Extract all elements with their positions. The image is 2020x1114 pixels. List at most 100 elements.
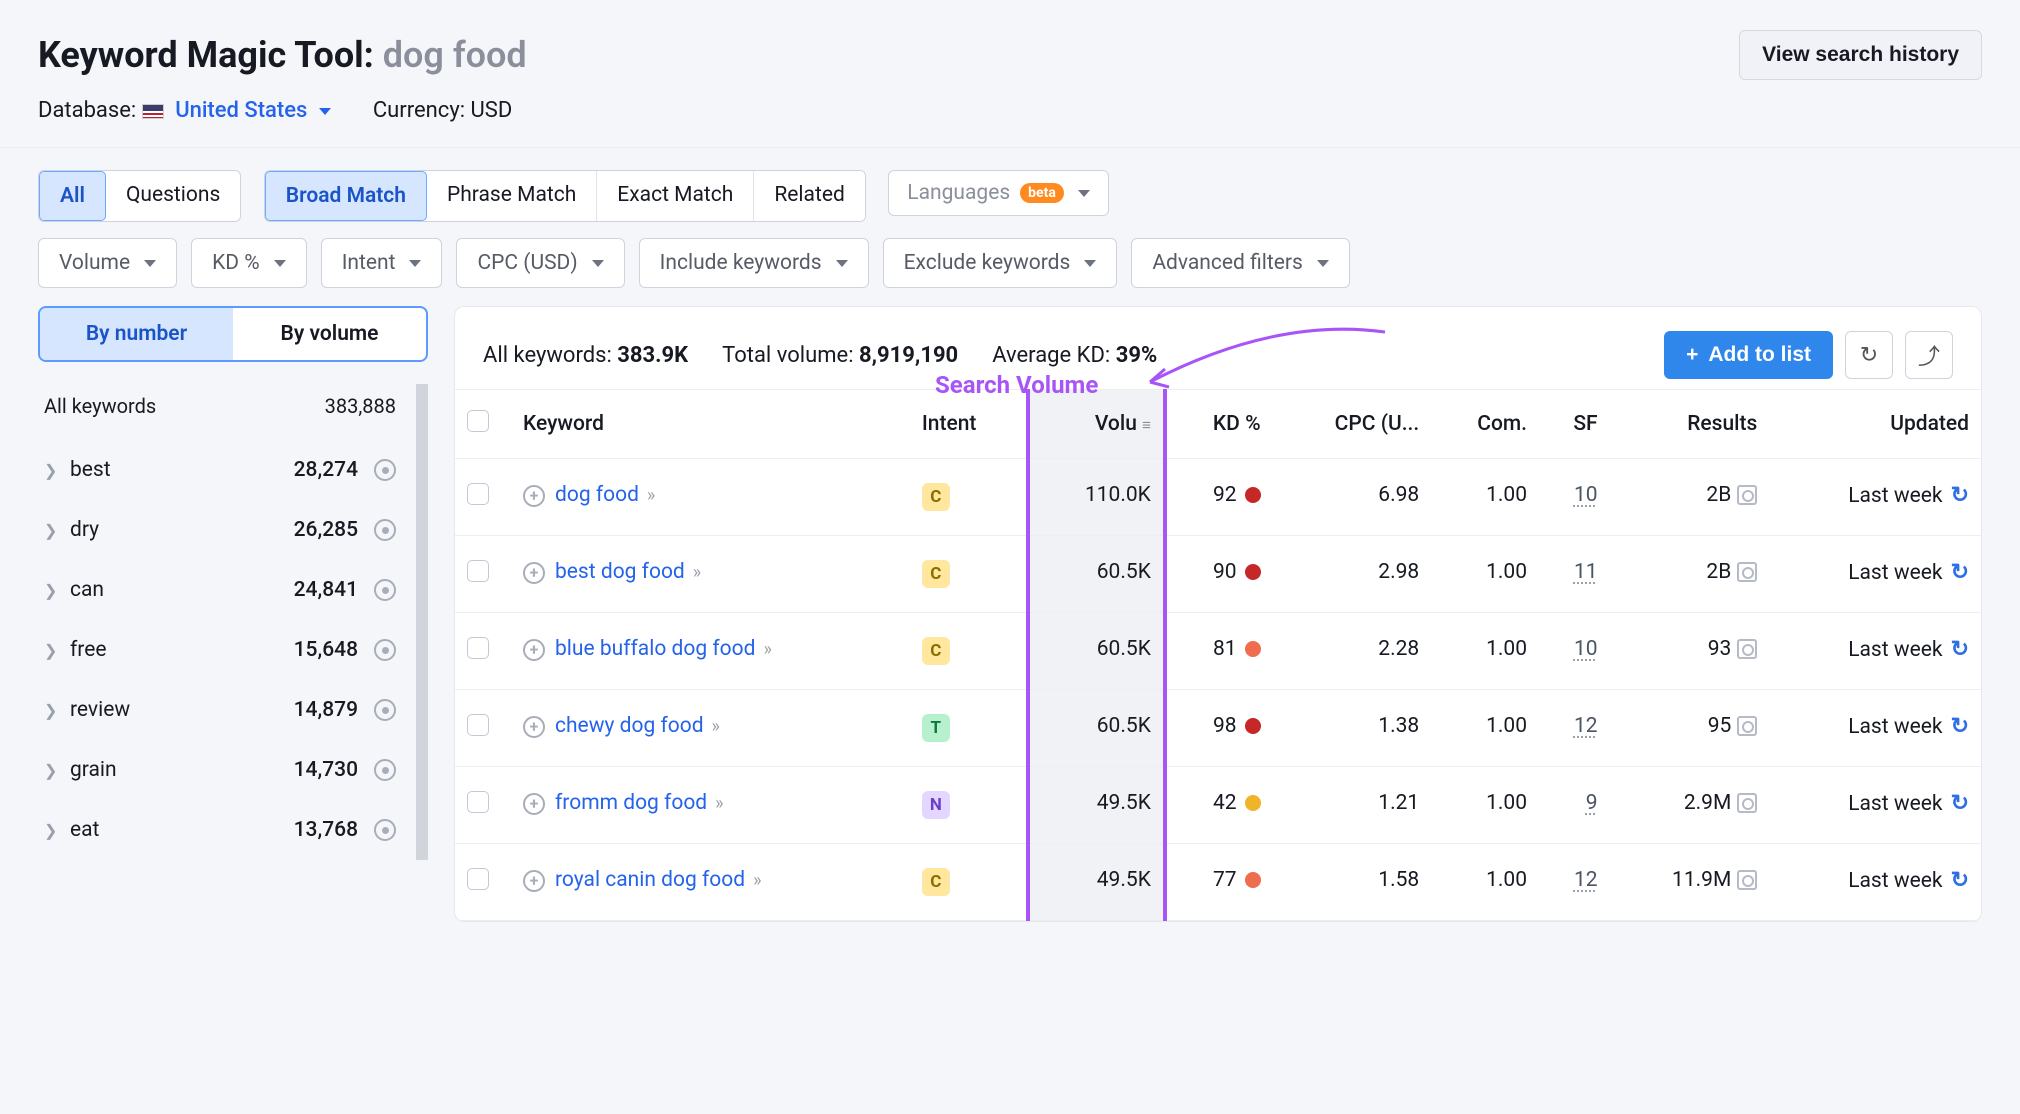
- col-volume[interactable]: Volu ≡: [1028, 390, 1165, 459]
- sidebar-item-grain[interactable]: ❯grain14,730: [38, 740, 402, 800]
- filter-exclude-keywords[interactable]: Exclude keywords: [883, 238, 1118, 288]
- intent-badge: C: [922, 637, 950, 665]
- sf-cell[interactable]: 10: [1574, 483, 1598, 507]
- eye-icon[interactable]: [374, 579, 396, 601]
- expand-icon[interactable]: +: [523, 639, 545, 661]
- serp-icon[interactable]: [1737, 485, 1757, 505]
- refresh-icon[interactable]: ↻: [1951, 868, 1969, 893]
- keyword-link[interactable]: fromm dog food: [555, 791, 707, 815]
- add-to-list-button[interactable]: +Add to list: [1664, 331, 1833, 379]
- view-search-history-button[interactable]: View search history: [1739, 30, 1982, 80]
- sidebar-item-dry[interactable]: ❯dry26,285: [38, 500, 402, 560]
- col-intent[interactable]: Intent: [910, 390, 1028, 459]
- serp-icon[interactable]: [1737, 716, 1757, 736]
- keyword-link[interactable]: royal canin dog food: [555, 868, 745, 892]
- updated-cell: Last week↻: [1769, 459, 1981, 536]
- expand-icon[interactable]: +: [523, 793, 545, 815]
- sidebar-item-review[interactable]: ❯review14,879: [38, 680, 402, 740]
- double-chevron-icon[interactable]: »: [693, 562, 701, 583]
- refresh-icon[interactable]: ↻: [1951, 791, 1969, 816]
- tab-related[interactable]: Related: [754, 171, 864, 221]
- tab-broad-match[interactable]: Broad Match: [265, 171, 427, 221]
- sidebar-item-free[interactable]: ❯free15,648: [38, 620, 402, 680]
- filter-kd-[interactable]: KD %: [191, 238, 307, 288]
- kd-cell: 98: [1165, 690, 1273, 767]
- total-volume-value: 8,919,190: [859, 343, 958, 368]
- serp-icon[interactable]: [1737, 562, 1757, 582]
- row-checkbox[interactable]: [467, 637, 489, 659]
- eye-icon[interactable]: [374, 759, 396, 781]
- keyword-link[interactable]: dog food: [555, 483, 639, 507]
- filter-volume[interactable]: Volume: [38, 238, 177, 288]
- row-checkbox[interactable]: [467, 868, 489, 890]
- cpc-cell: 1.21: [1273, 767, 1432, 844]
- tab-phrase-match[interactable]: Phrase Match: [427, 171, 597, 221]
- sf-cell[interactable]: 12: [1574, 868, 1598, 892]
- chevron-right-icon: ❯: [44, 821, 60, 840]
- select-all-checkbox[interactable]: [467, 410, 489, 432]
- filter-intent[interactable]: Intent: [321, 238, 443, 288]
- sidebar-item-best[interactable]: ❯best28,274: [38, 440, 402, 500]
- col-sf[interactable]: SF: [1539, 390, 1610, 459]
- col-com[interactable]: Com.: [1431, 390, 1539, 459]
- eye-icon[interactable]: [374, 459, 396, 481]
- refresh-button[interactable]: ↻: [1845, 331, 1893, 379]
- expand-icon[interactable]: +: [523, 485, 545, 507]
- sidebar-item-label: review: [70, 698, 284, 722]
- double-chevron-icon[interactable]: »: [763, 639, 771, 660]
- double-chevron-icon[interactable]: »: [712, 716, 720, 737]
- double-chevron-icon[interactable]: »: [715, 793, 723, 814]
- refresh-icon[interactable]: ↻: [1951, 560, 1969, 585]
- sort-by-volume[interactable]: By volume: [233, 308, 426, 360]
- row-checkbox[interactable]: [467, 560, 489, 582]
- serp-icon[interactable]: [1737, 639, 1757, 659]
- com-cell: 1.00: [1431, 459, 1539, 536]
- keyword-link[interactable]: blue buffalo dog food: [555, 637, 755, 661]
- tab-all[interactable]: All: [39, 171, 106, 221]
- refresh-icon[interactable]: ↻: [1951, 637, 1969, 662]
- sort-tabs: By number By volume: [38, 306, 428, 362]
- sf-cell[interactable]: 10: [1574, 637, 1598, 661]
- tab-exact-match[interactable]: Exact Match: [597, 171, 754, 221]
- sidebar-all-keywords[interactable]: All keywords 383,888: [38, 384, 402, 440]
- row-checkbox[interactable]: [467, 714, 489, 736]
- expand-icon[interactable]: +: [523, 870, 545, 892]
- keyword-link[interactable]: chewy dog food: [555, 714, 704, 738]
- sidebar-item-can[interactable]: ❯can24,841: [38, 560, 402, 620]
- filter-advanced-filters[interactable]: Advanced filters: [1131, 238, 1349, 288]
- col-keyword[interactable]: Keyword: [511, 390, 910, 459]
- eye-icon[interactable]: [374, 819, 396, 841]
- col-cpc[interactable]: CPC (U...: [1273, 390, 1432, 459]
- sf-cell[interactable]: 12: [1574, 714, 1598, 738]
- tab-questions[interactable]: Questions: [106, 171, 240, 221]
- sf-cell[interactable]: 9: [1586, 791, 1598, 815]
- refresh-icon[interactable]: ↻: [1951, 483, 1969, 508]
- table-row: +chewy dog food»T60.5K981.381.001295Last…: [455, 690, 1981, 767]
- table-row: +best dog food»C60.5K902.981.00112BLast …: [455, 536, 1981, 613]
- filter-include-keywords[interactable]: Include keywords: [639, 238, 869, 288]
- refresh-icon[interactable]: ↻: [1951, 714, 1969, 739]
- double-chevron-icon[interactable]: »: [647, 485, 655, 506]
- serp-icon[interactable]: [1737, 870, 1757, 890]
- eye-icon[interactable]: [374, 519, 396, 541]
- row-checkbox[interactable]: [467, 791, 489, 813]
- col-updated[interactable]: Updated: [1769, 390, 1981, 459]
- row-checkbox[interactable]: [467, 483, 489, 505]
- double-chevron-icon[interactable]: »: [753, 870, 761, 891]
- sort-by-number[interactable]: By number: [40, 308, 233, 360]
- col-kd[interactable]: KD %: [1165, 390, 1273, 459]
- languages-dropdown[interactable]: Languages beta: [888, 170, 1109, 216]
- serp-icon[interactable]: [1737, 793, 1757, 813]
- sf-cell[interactable]: 11: [1574, 560, 1598, 584]
- expand-icon[interactable]: +: [523, 562, 545, 584]
- filter-cpc-usd-[interactable]: CPC (USD): [456, 238, 624, 288]
- chevron-right-icon: ❯: [44, 521, 60, 540]
- export-button[interactable]: ⤴: [1905, 331, 1953, 379]
- sidebar-item-eat[interactable]: ❯eat13,768: [38, 800, 402, 860]
- database-selector[interactable]: Database: United States: [38, 98, 331, 123]
- eye-icon[interactable]: [374, 699, 396, 721]
- eye-icon[interactable]: [374, 639, 396, 661]
- keyword-link[interactable]: best dog food: [555, 560, 685, 584]
- expand-icon[interactable]: +: [523, 716, 545, 738]
- col-results[interactable]: Results: [1610, 390, 1770, 459]
